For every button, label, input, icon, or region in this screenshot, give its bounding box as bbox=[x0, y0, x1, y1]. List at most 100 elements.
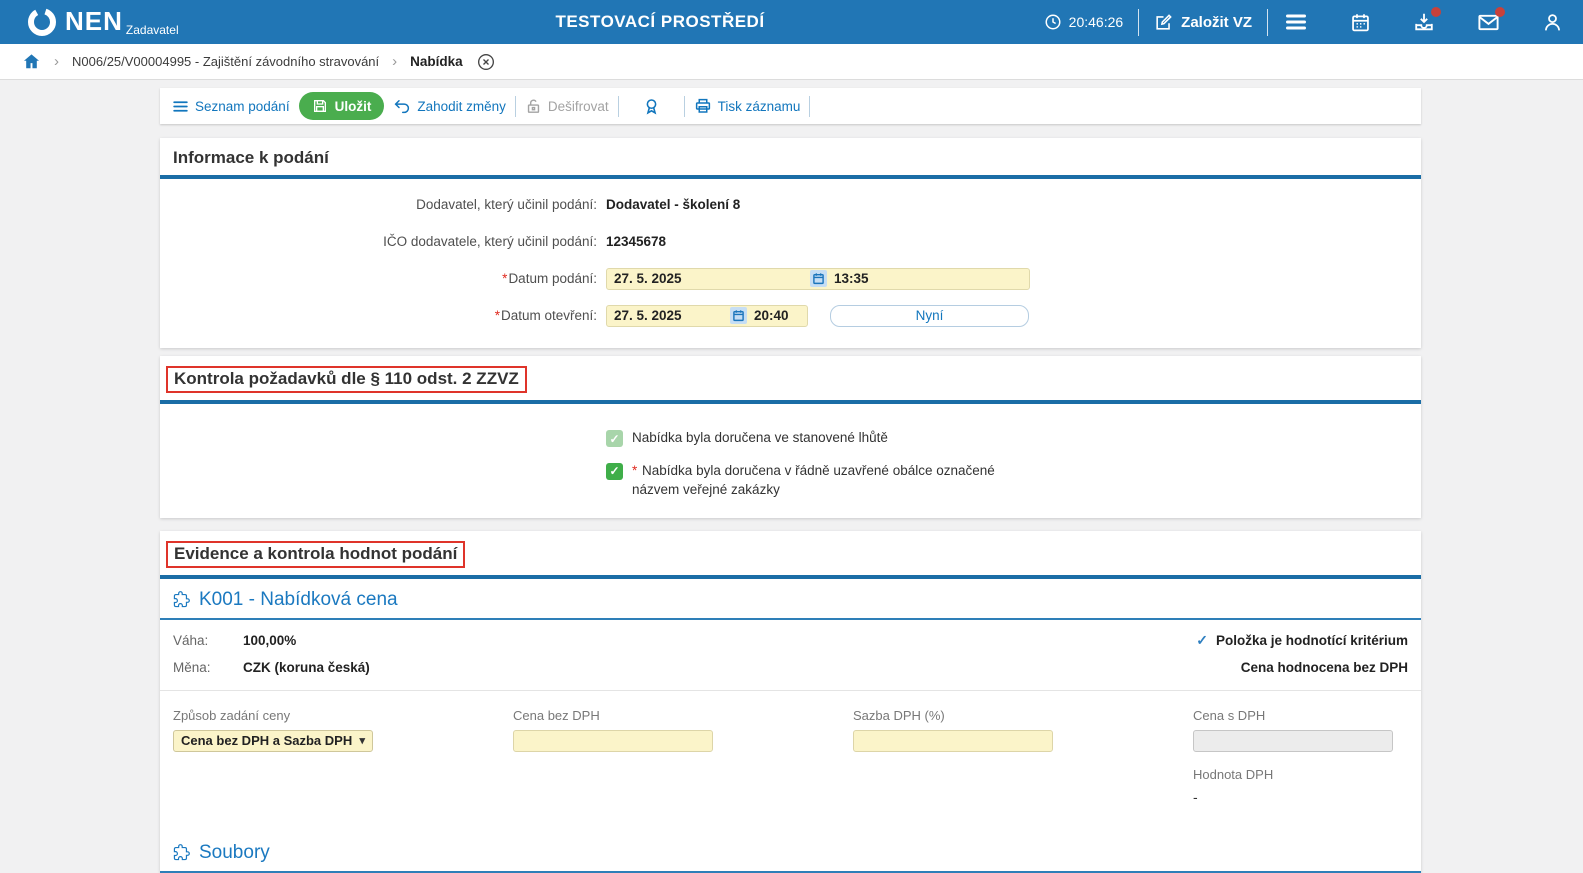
breadcrumb-item-current: Nabídka bbox=[410, 54, 463, 69]
ico-label: IČO dodavatele, který učinil podání: bbox=[160, 234, 597, 249]
brand-text: NEN bbox=[65, 10, 123, 33]
nen-ring-icon bbox=[26, 6, 58, 38]
price-basis-label: Cena hodnocena bez DPH bbox=[1241, 660, 1408, 675]
submission-date-value[interactable]: 27. 5. 2025 bbox=[614, 271, 810, 286]
checkbox-row-delivered-in-time: ✓ Nabídka byla doručena ve stanovené lhů… bbox=[606, 429, 1421, 448]
create-vz-label: Založit VZ bbox=[1181, 14, 1252, 31]
k001-summary-right: ✓ Položka je hodnotící kritérium Cena ho… bbox=[1196, 627, 1408, 681]
price-excl-input[interactable] bbox=[513, 730, 713, 752]
checkbox-sealed-envelope[interactable]: ✓ bbox=[606, 463, 623, 480]
calendar-small-icon bbox=[732, 309, 745, 322]
nen-logo[interactable]: NEN Zadavatel bbox=[26, 6, 179, 38]
checkbox-row-sealed-envelope: ✓ * Nabídka byla doručena v řádně uzavře… bbox=[606, 462, 1421, 500]
vat-value-field: Hodnota DPH - bbox=[1193, 767, 1393, 805]
annotation-rectangle: Kontrola požadavků dle § 110 odst. 2 ZZV… bbox=[166, 366, 527, 393]
weight-value: 100,00% bbox=[243, 633, 296, 648]
inbox-button[interactable] bbox=[1411, 9, 1437, 35]
unlock-icon bbox=[525, 98, 542, 115]
checkbox-sealed-envelope-label: * Nabídka byla doručena v řádně uzavřené… bbox=[632, 462, 1032, 500]
home-icon[interactable] bbox=[22, 52, 41, 71]
time-value: 20:46:26 bbox=[1069, 14, 1124, 30]
create-vz-button[interactable]: Založit VZ bbox=[1154, 13, 1252, 32]
submission-time-value[interactable]: 13:35 bbox=[834, 271, 869, 286]
price-mode-label: Způsob zadání ceny bbox=[173, 708, 373, 723]
supplier-label: Dodavatel, který učinil podání: bbox=[160, 197, 597, 212]
close-circle-icon bbox=[476, 52, 496, 72]
vat-rate-field: Sazba DPH (%) bbox=[853, 708, 1053, 752]
messages-button[interactable] bbox=[1475, 9, 1501, 35]
opening-date-picker-button[interactable] bbox=[730, 307, 747, 324]
ico-row: IČO dodavatele, který učinil podání: 123… bbox=[160, 223, 1421, 260]
chevron-right-icon: › bbox=[54, 53, 59, 70]
opening-date-row: *Datum otevření: 27. 5. 2025 20:40 Nyní bbox=[160, 297, 1421, 334]
vat-rate-label: Sazba DPH (%) bbox=[853, 708, 1053, 723]
discard-changes-button[interactable]: Zahodit změny bbox=[393, 97, 506, 115]
submission-info-card: Informace k podání Dodavatel, který učin… bbox=[160, 138, 1421, 348]
session-time: 20:46:26 bbox=[1044, 13, 1124, 31]
price-incl-input bbox=[1193, 730, 1393, 752]
currency-label: Měna: bbox=[173, 660, 243, 675]
toolbar-separator bbox=[515, 96, 516, 117]
inbox-notification-badge bbox=[1431, 7, 1441, 17]
chevron-down-icon: ▾ bbox=[359, 734, 365, 747]
submission-date-picker-button[interactable] bbox=[810, 270, 827, 287]
save-button[interactable]: Uložit bbox=[299, 92, 385, 120]
app-header: NEN Zadavatel TESTOVACÍ PROSTŘEDÍ 20:46:… bbox=[0, 0, 1583, 44]
price-incl-label: Cena s DPH bbox=[1193, 708, 1393, 723]
chevron-right-icon: › bbox=[392, 53, 397, 70]
checkbox-delivered-in-time: ✓ bbox=[606, 430, 623, 447]
k001-summary-left: Váha: 100,00% Měna: CZK (koruna česká) bbox=[173, 627, 370, 681]
breadcrumb-item-procurement[interactable]: N006/25/V00004995 - Zajištění závodního … bbox=[72, 54, 379, 69]
section-title-kontrola: Kontrola požadavků dle § 110 odst. 2 ZZV… bbox=[174, 369, 519, 388]
calendar-icon bbox=[1350, 12, 1371, 33]
vat-value-label: Hodnota DPH bbox=[1193, 767, 1393, 782]
opening-date-label: *Datum otevření: bbox=[160, 308, 597, 323]
opening-date-value[interactable]: 27. 5. 2025 bbox=[614, 308, 730, 323]
price-form: Způsob zadání ceny Cena bez DPH a Sazba … bbox=[160, 691, 1421, 752]
clock-icon bbox=[1044, 13, 1062, 31]
section-title-evidence-wrap: Evidence a kontrola hodnot podání bbox=[160, 531, 1421, 579]
award-button[interactable] bbox=[628, 97, 675, 116]
submission-list-button[interactable]: Seznam podání bbox=[172, 98, 290, 115]
calendar-button[interactable] bbox=[1347, 9, 1373, 35]
k001-title: K001 - Nabídková cena bbox=[199, 589, 398, 611]
person-icon bbox=[1542, 12, 1563, 33]
menu-button[interactable] bbox=[1283, 9, 1309, 35]
supplier-value: Dodavatel - školení 8 bbox=[606, 197, 740, 212]
vat-value-block: Hodnota DPH - bbox=[160, 752, 1421, 805]
price-excl-field: Cena bez DPH bbox=[513, 708, 713, 752]
price-basis-flag-row: Cena hodnocena bez DPH bbox=[1196, 654, 1408, 681]
environment-title: TESTOVACÍ PROSTŘEDÍ bbox=[555, 12, 764, 32]
files-title: Soubory bbox=[199, 842, 270, 864]
discard-changes-label: Zahodit změny bbox=[417, 99, 506, 114]
brand-role-text: Zadavatel bbox=[126, 23, 179, 37]
now-button[interactable]: Nyní bbox=[830, 305, 1029, 327]
required-marker: * bbox=[502, 271, 507, 286]
currency-row: Měna: CZK (koruna česká) bbox=[173, 654, 370, 681]
opening-datetime-field[interactable]: 27. 5. 2025 20:40 bbox=[606, 305, 808, 327]
toolbar-separator bbox=[809, 96, 810, 117]
record-toolbar: Seznam podání Uložit Zahodit změny Dešif… bbox=[160, 88, 1421, 124]
check-icon: ✓ bbox=[609, 432, 619, 446]
profile-button[interactable] bbox=[1539, 9, 1565, 35]
criterion-flag-row: ✓ Položka je hodnotící kritérium bbox=[1196, 627, 1408, 654]
edit-icon bbox=[1154, 13, 1173, 32]
k001-subsection-header: K001 - Nabídková cena bbox=[160, 579, 1421, 620]
printer-icon bbox=[694, 97, 712, 115]
header-separator bbox=[1138, 9, 1139, 36]
annotation-rectangle: Evidence a kontrola hodnot podání bbox=[166, 541, 465, 568]
price-incl-field: Cena s DPH bbox=[1193, 708, 1393, 752]
price-excl-label: Cena bez DPH bbox=[513, 708, 713, 723]
print-record-button[interactable]: Tisk záznamu bbox=[694, 97, 801, 115]
submission-datetime-field[interactable]: 27. 5. 2025 13:35 bbox=[606, 268, 1030, 290]
price-mode-select[interactable]: Cena bez DPH a Sazba DPH ▾ bbox=[173, 730, 373, 752]
decrypt-label: Dešifrovat bbox=[548, 99, 609, 114]
weight-label: Váha: bbox=[173, 633, 243, 648]
values-evidence-card: Evidence a kontrola hodnot podání K001 -… bbox=[160, 531, 1421, 873]
vat-rate-input[interactable] bbox=[853, 730, 1053, 752]
close-tab-button[interactable] bbox=[476, 52, 496, 72]
currency-value: CZK (koruna česká) bbox=[243, 660, 370, 675]
print-record-label: Tisk záznamu bbox=[718, 99, 801, 114]
section-title-evidence: Evidence a kontrola hodnot podání bbox=[174, 544, 457, 563]
opening-time-value[interactable]: 20:40 bbox=[754, 308, 789, 323]
